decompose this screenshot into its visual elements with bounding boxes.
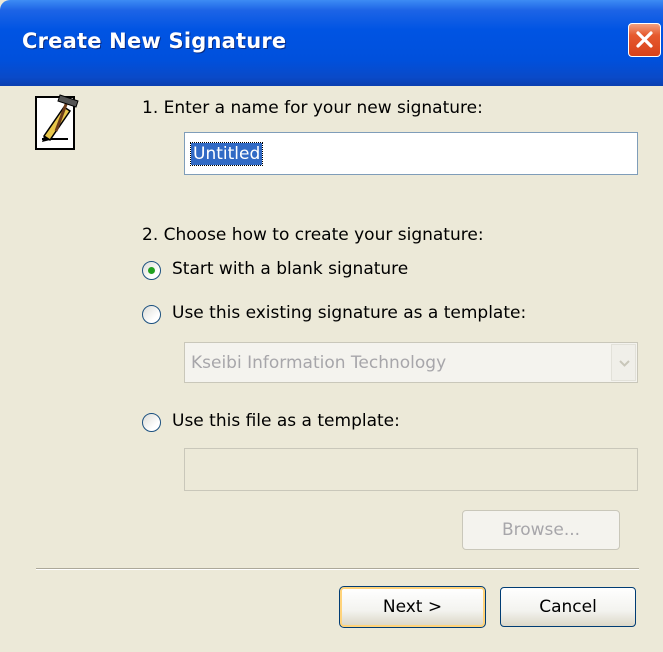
next-button[interactable]: Next > (339, 586, 486, 628)
create-signature-dialog: Create New Signature 1. Enter a name for… (0, 0, 663, 652)
radio-blank-signature-label: Start with a blank signature (172, 259, 409, 279)
close-icon (636, 31, 653, 48)
close-button[interactable] (628, 23, 661, 57)
signature-name-value: Untitled (189, 142, 264, 166)
title-bar[interactable]: Create New Signature (0, 0, 663, 86)
window-title: Create New Signature (22, 29, 287, 53)
separator (36, 568, 639, 570)
chevron-down-icon (619, 360, 630, 367)
radio-file-template-label: Use this file as a template: (172, 411, 400, 431)
browse-button[interactable]: Browse... (462, 510, 620, 550)
cancel-button[interactable]: Cancel (500, 587, 636, 627)
radio-button[interactable] (142, 413, 161, 432)
step1-label: 1. Enter a name for your new signature: (142, 98, 483, 118)
radio-file-template[interactable]: Use this file as a template: (142, 411, 462, 435)
radio-existing-signature[interactable]: Use this existing signature as a templat… (142, 303, 592, 327)
radio-button-checked[interactable] (142, 261, 161, 280)
dialog-body: 1. Enter a name for your new signature: … (0, 86, 663, 652)
file-path-input[interactable] (184, 448, 638, 491)
radio-blank-signature[interactable]: Start with a blank signature (142, 259, 462, 283)
dropdown-button[interactable] (611, 344, 636, 381)
signature-pencil-hammer-icon (35, 94, 79, 150)
radio-existing-signature-label: Use this existing signature as a templat… (172, 303, 527, 323)
step2-label: 2. Choose how to create your signature: (142, 225, 484, 245)
existing-signature-select[interactable]: Kseibi Information Technology (184, 342, 638, 383)
existing-signature-value: Kseibi Information Technology (191, 353, 447, 373)
signature-name-input[interactable]: Untitled (184, 132, 638, 175)
radio-button[interactable] (142, 305, 161, 324)
